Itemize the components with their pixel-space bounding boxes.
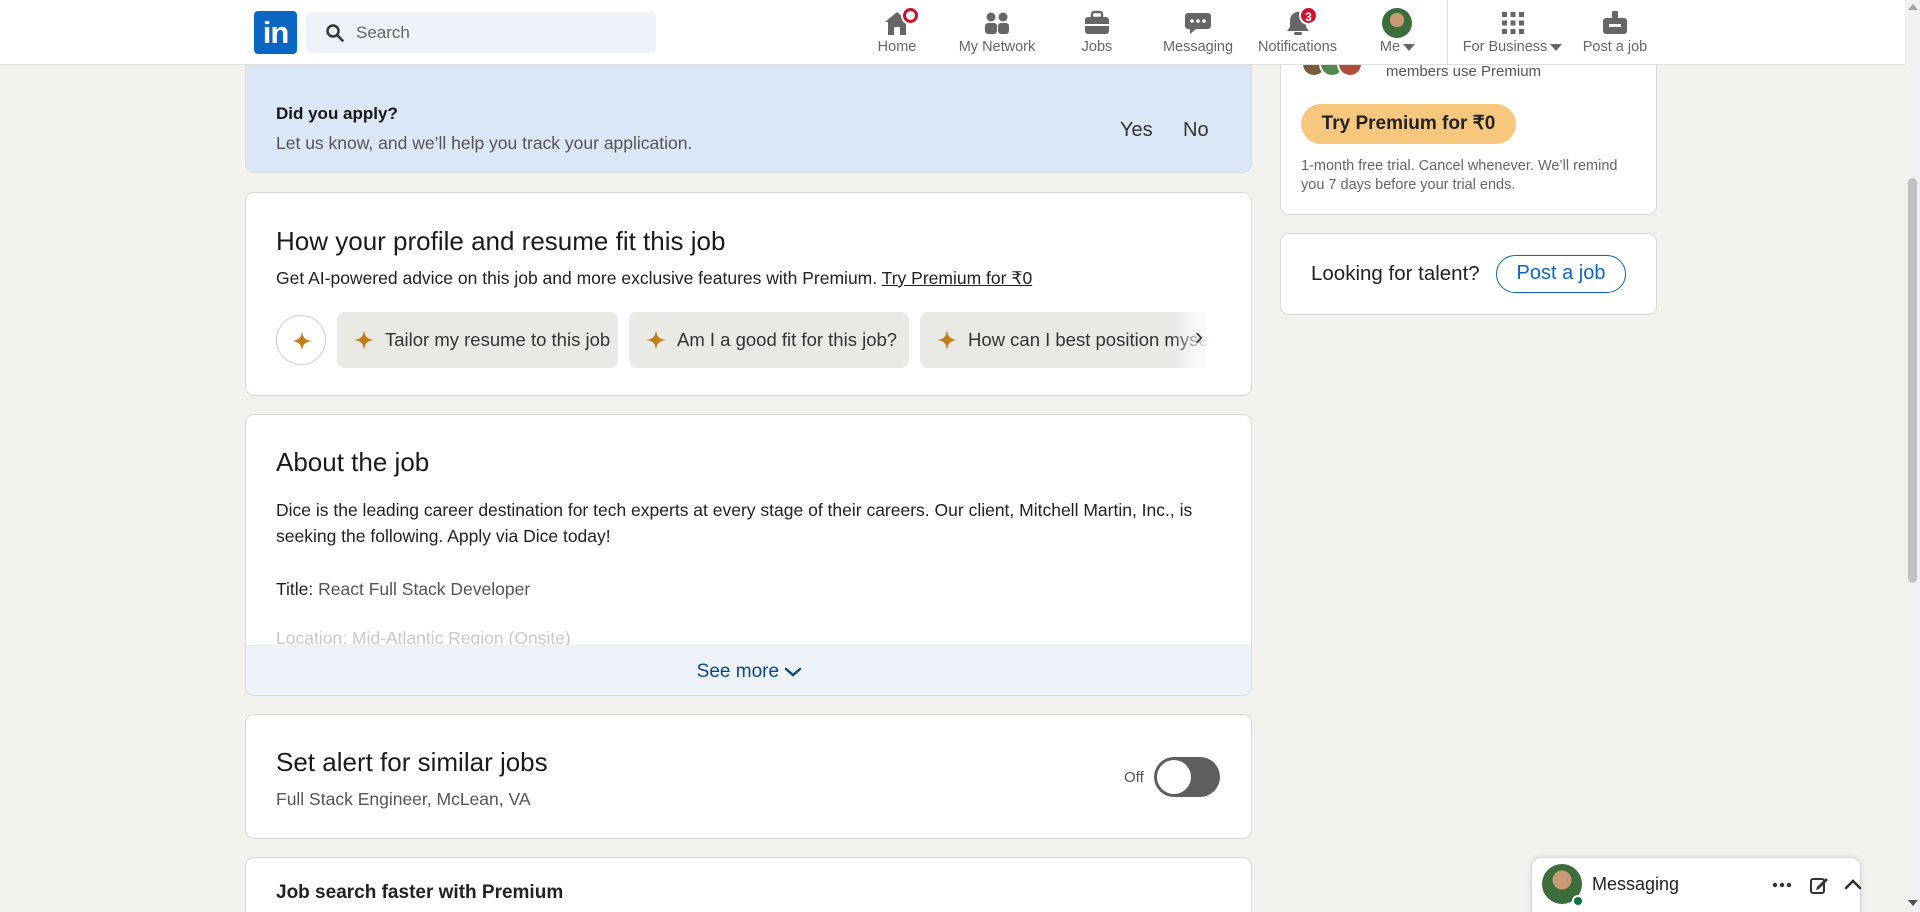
people-icon xyxy=(985,12,1009,34)
post-job-icon xyxy=(1603,11,1627,34)
profile-fit-card: How your profile and resume fit this job… xyxy=(245,192,1252,396)
home-notification-dot xyxy=(901,6,920,25)
avatar xyxy=(1382,8,1412,38)
apply-prompt-title: Did you apply? xyxy=(276,104,398,123)
messaging-overlay[interactable]: Messaging xyxy=(1531,857,1862,912)
try-premium-button[interactable]: Try Premium for ₹0 xyxy=(1301,104,1516,144)
chevron-down-icon xyxy=(785,667,802,677)
search-bar[interactable] xyxy=(306,12,656,53)
grid-icon xyxy=(1501,12,1524,34)
did-you-apply-card: Did you apply? Let us know, and we’ll he… xyxy=(245,65,1252,173)
job-title-line: Title: React Full Stack Developer xyxy=(276,579,531,599)
profile-fit-description: Get AI-powered advice on this job and mo… xyxy=(276,268,1033,288)
premium-members-text: members use Premium xyxy=(1386,63,1542,80)
search-icon xyxy=(326,24,344,42)
search-input[interactable] xyxy=(356,12,646,53)
chevron-up-icon[interactable] xyxy=(1844,878,1862,890)
briefcase-icon xyxy=(1085,10,1109,34)
nav-home[interactable]: Home xyxy=(867,6,927,62)
messaging-title: Messaging xyxy=(1592,874,1680,894)
toggle-label: Off xyxy=(1124,769,1144,786)
chevron-down-icon xyxy=(1403,43,1416,51)
nav-jobs[interactable]: Jobs xyxy=(1072,6,1122,62)
nav-messaging[interactable]: Messaging xyxy=(1158,6,1238,62)
premium-upsell-card: members use Premium Try Premium for ₹0 1… xyxy=(1280,40,1657,215)
chat-icon xyxy=(1185,13,1211,34)
global-nav: in Home My Network Jobs Messaging 3 Noti… xyxy=(0,0,1905,65)
notifications-badge: 3 xyxy=(1299,6,1318,25)
yes-button[interactable]: Yes xyxy=(1120,119,1153,142)
page-scrollbar[interactable] xyxy=(1905,0,1920,912)
premium-promo-card: Job search faster with Premium xyxy=(245,857,1252,912)
member-avatars xyxy=(1301,51,1369,91)
nav-divider xyxy=(1447,0,1448,64)
nav-post-a-job[interactable]: Post a job xyxy=(1580,6,1650,62)
description-line: seeking the following. Apply via Dice to… xyxy=(276,526,611,546)
sparkle-icon xyxy=(292,331,312,351)
see-more-button[interactable]: See more xyxy=(246,645,1251,695)
sparkle-icon xyxy=(354,330,374,350)
chips-fade xyxy=(1171,312,1211,368)
about-the-job-card: About the job Dice is the leading career… xyxy=(245,414,1252,696)
looking-for-talent-card: Looking for talent? Post a job xyxy=(1280,233,1657,315)
chevron-right-icon[interactable]: › xyxy=(1195,323,1203,351)
premium-trial-note: 1-month free trial. Cancel whenever. We’… xyxy=(1301,158,1618,193)
section-title: How your profile and resume fit this job xyxy=(276,226,726,256)
nav-my-network[interactable]: My Network xyxy=(952,6,1042,62)
section-title: Job search faster with Premium xyxy=(276,882,564,903)
section-title: About the job xyxy=(276,447,430,477)
more-options-icon[interactable] xyxy=(1772,882,1792,888)
compose-icon[interactable] xyxy=(1809,875,1829,895)
scroll-up-arrow[interactable] xyxy=(1908,4,1918,10)
description-line: Dice is the leading career destination f… xyxy=(276,500,1193,520)
ai-prompt-chips: Tailor my resume to this job Am I a good… xyxy=(276,312,1211,369)
scroll-down-arrow[interactable] xyxy=(1908,900,1918,906)
linkedin-logo[interactable]: in xyxy=(254,11,297,54)
ai-sparkle-button[interactable] xyxy=(276,315,326,365)
job-alert-card: Set alert for similar jobs Full Stack En… xyxy=(245,714,1252,839)
sparkle-icon xyxy=(646,330,666,350)
online-status-dot xyxy=(1572,895,1584,907)
nav-me[interactable]: Me xyxy=(1370,6,1425,62)
chip-tailor-resume[interactable]: Tailor my resume to this job xyxy=(337,312,618,368)
job-alert-toggle[interactable] xyxy=(1154,757,1220,797)
nav-for-business[interactable]: For Business xyxy=(1460,6,1565,62)
section-title: Set alert for similar jobs xyxy=(276,747,548,777)
alert-subtitle: Full Stack Engineer, McLean, VA xyxy=(276,789,531,809)
apply-prompt-subtitle: Let us know, and we’ll help you track yo… xyxy=(276,133,693,153)
chip-good-fit[interactable]: Am I a good fit for this job? xyxy=(629,312,909,368)
post-a-job-button[interactable]: Post a job xyxy=(1496,255,1626,293)
chip-position-myself[interactable]: How can I best position myself for this … xyxy=(920,312,1211,368)
scrollbar-thumb[interactable] xyxy=(1908,178,1917,583)
sparkle-icon xyxy=(937,330,957,350)
talent-label: Looking for talent? xyxy=(1311,262,1480,285)
no-button[interactable]: No xyxy=(1183,119,1209,142)
chevron-down-icon xyxy=(1550,43,1563,51)
try-premium-link[interactable]: Try Premium for ₹0 xyxy=(882,268,1033,288)
nav-notifications[interactable]: 3 Notifications xyxy=(1255,6,1340,62)
